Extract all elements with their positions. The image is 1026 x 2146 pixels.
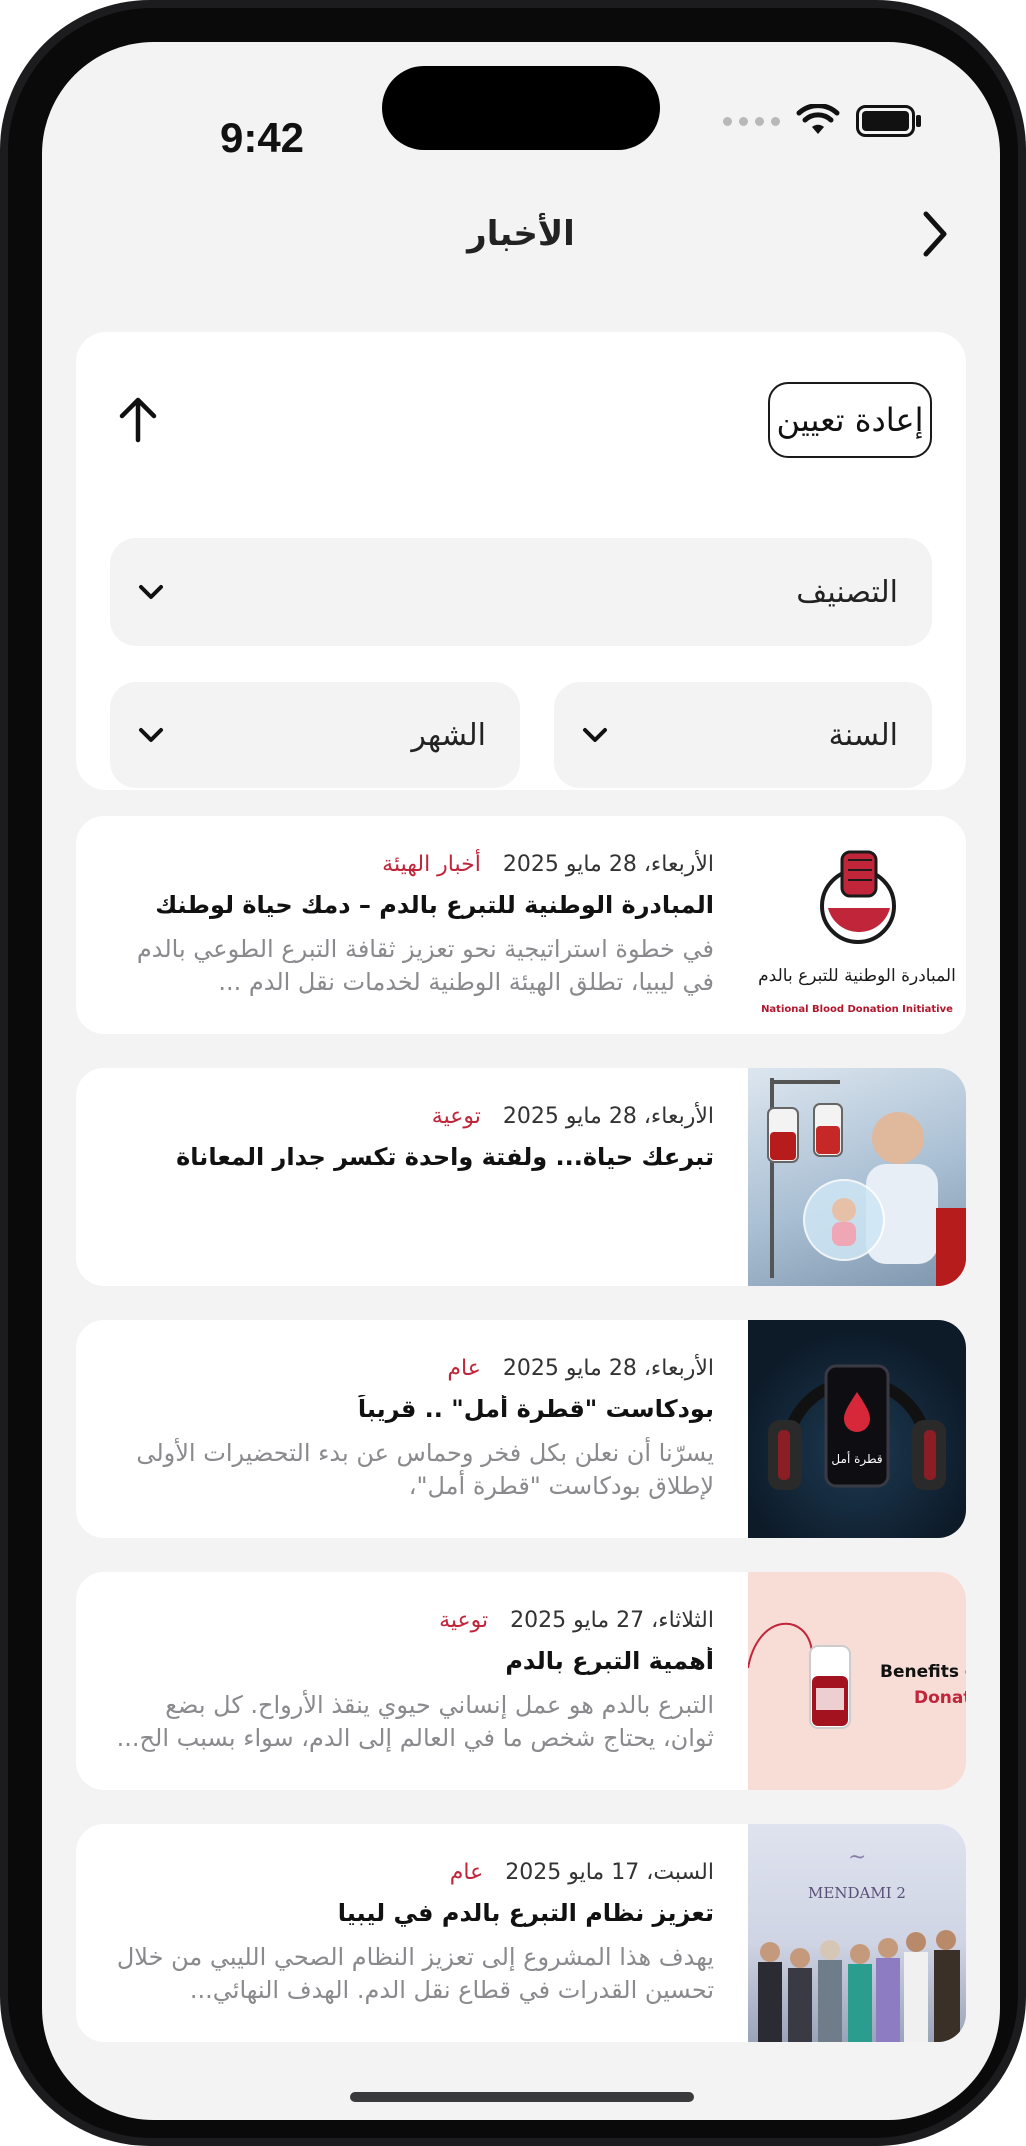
news-card[interactable]: قطرة أمل الأربعاء، 28 مايو 2025 عام بودك… [76, 1320, 966, 1538]
news-date: الأربعاء، 28 مايو 2025 [502, 1104, 714, 1129]
chevron-down-icon [139, 585, 163, 599]
news-category[interactable]: عام [447, 1356, 480, 1381]
arrow-up-icon[interactable] [116, 394, 160, 444]
svg-text:~: ~ [848, 1845, 866, 1870]
news-card[interactable]: ~ MENDAMI 2 السبت، 17 مايو 2025 عام تعزي… [76, 1824, 966, 2042]
news-meta: الثلاثاء، 27 مايو 2025 توعية [114, 1608, 714, 1633]
news-body: الثلاثاء، 27 مايو 2025 توعية أهمية التبر… [114, 1608, 714, 1755]
news-title: أهمية التبرع بالدم [505, 1647, 714, 1675]
news-body: السبت، 17 مايو 2025 عام تعزيز نظام التبر… [114, 1860, 714, 2007]
news-excerpt: يسرّنا أن نعلن بكل فخر وحماس عن بدء التح… [136, 1439, 714, 1500]
year-select-label: السنة [828, 717, 898, 753]
news-card[interactable]: الأربعاء، 28 مايو 2025 توعية تبرعك حياة.… [76, 1068, 966, 1286]
status-icons [723, 96, 922, 146]
filter-panel: إعادة تعيين التصنيف السنة الشهر [76, 332, 966, 790]
reset-button[interactable]: إعادة تعيين [768, 382, 932, 458]
month-select-label: الشهر [411, 717, 486, 753]
news-excerpt: يهدف هذا المشروع إلى تعزيز النظام الصحي … [116, 1943, 714, 2004]
month-select[interactable]: الشهر [110, 682, 520, 788]
blood-donation-logo-icon [820, 850, 896, 944]
category-select[interactable]: التصنيف [110, 538, 932, 646]
logo-arabic-text: المبادرة الوطنية للتبرع بالدم [758, 966, 956, 986]
logo-caption: National Blood Donation Initiative [761, 1004, 953, 1015]
news-category[interactable]: توعية [439, 1608, 488, 1633]
news-thumbnail: المبادرة الوطنية للتبرع بالدم National B… [748, 816, 966, 1034]
news-meta: الأربعاء، 28 مايو 2025 توعية [114, 1104, 714, 1129]
blood-bag-illustration-icon [767, 1078, 966, 1286]
dynamic-island [382, 66, 660, 150]
category-select-label: التصنيف [796, 574, 898, 610]
news-date: الثلاثاء، 27 مايو 2025 [510, 1608, 714, 1633]
device-frame: 9:42 الأخبار إعادة تعيين التصنيف السنة ا… [0, 0, 1026, 2146]
image-text-donation: Donat [914, 1688, 966, 1708]
news-category[interactable]: عام [450, 1860, 483, 1885]
year-select[interactable]: السنة [554, 682, 932, 788]
news-thumbnail: ~ MENDAMI 2 [748, 1824, 966, 2042]
news-card[interactable]: Benefits o Donat الثلاثاء، 27 مايو 2025 … [76, 1572, 966, 1790]
group-photo-icon: ~ [758, 1845, 960, 2042]
news-body: الأربعاء، 28 مايو 2025 عام بودكاست "قطرة… [114, 1356, 714, 1503]
news-title: المبادرة الوطنية للتبرع بالدم – دمك حياة… [155, 891, 714, 919]
device-bezel: 9:42 الأخبار إعادة تعيين التصنيف السنة ا… [8, 8, 1018, 2138]
news-meta: الأربعاء، 28 مايو 2025 عام [114, 1356, 714, 1381]
news-thumbnail: قطرة أمل [748, 1320, 966, 1538]
news-meta: الأربعاء، 28 مايو 2025 أخبار الهيئة [114, 852, 714, 877]
news-category[interactable]: توعية [432, 1104, 481, 1129]
news-body: الأربعاء، 28 مايو 2025 أخبار الهيئة المب… [114, 852, 714, 999]
page-title: الأخبار [467, 214, 575, 254]
news-meta: السبت، 17 مايو 2025 عام [114, 1860, 714, 1885]
news-title: تعزيز نظام التبرع بالدم في ليبيا [337, 1899, 714, 1927]
news-excerpt: في خطوة استراتيجية نحو تعزيز ثقافة التبر… [136, 935, 714, 996]
news-date: الأربعاء، 28 مايو 2025 [502, 852, 714, 877]
news-date: السبت، 17 مايو 2025 [505, 1860, 714, 1885]
news-card[interactable]: المبادرة الوطنية للتبرع بالدم National B… [76, 816, 966, 1034]
cellular-signal-icon [723, 116, 780, 126]
news-title: بودكاست "قطرة أمل" .. قريباً [357, 1395, 714, 1423]
mendami-banner-text: MENDAMI 2 [808, 1884, 906, 1902]
news-excerpt: التبرع بالدم هو عمل إنساني حيوي ينقذ الأ… [116, 1691, 714, 1752]
news-thumbnail [748, 1068, 966, 1286]
news-body: الأربعاء، 28 مايو 2025 توعية تبرعك حياة.… [114, 1104, 714, 1185]
status-time: 9:42 [219, 114, 305, 161]
news-thumbnail: Benefits o Donat [748, 1572, 966, 1790]
news-category[interactable]: أخبار الهيئة [382, 852, 481, 877]
battery-icon [856, 105, 921, 137]
chevron-down-icon [583, 728, 607, 742]
screen: 9:42 الأخبار إعادة تعيين التصنيف السنة ا… [42, 42, 1000, 2120]
news-title: تبرعك حياة... ولفتة واحدة تكسر جدار المع… [176, 1143, 714, 1171]
home-indicator[interactable] [350, 2092, 694, 2102]
wifi-icon [796, 104, 840, 134]
back-chevron-icon[interactable] [914, 208, 954, 260]
podcast-headphones-icon [768, 1364, 946, 1490]
chevron-down-icon [139, 728, 163, 742]
podcast-image-text: قطرة أمل [831, 1452, 883, 1466]
news-date: الأربعاء، 28 مايو 2025 [502, 1356, 714, 1381]
image-text-benefits: Benefits o [880, 1662, 966, 1682]
